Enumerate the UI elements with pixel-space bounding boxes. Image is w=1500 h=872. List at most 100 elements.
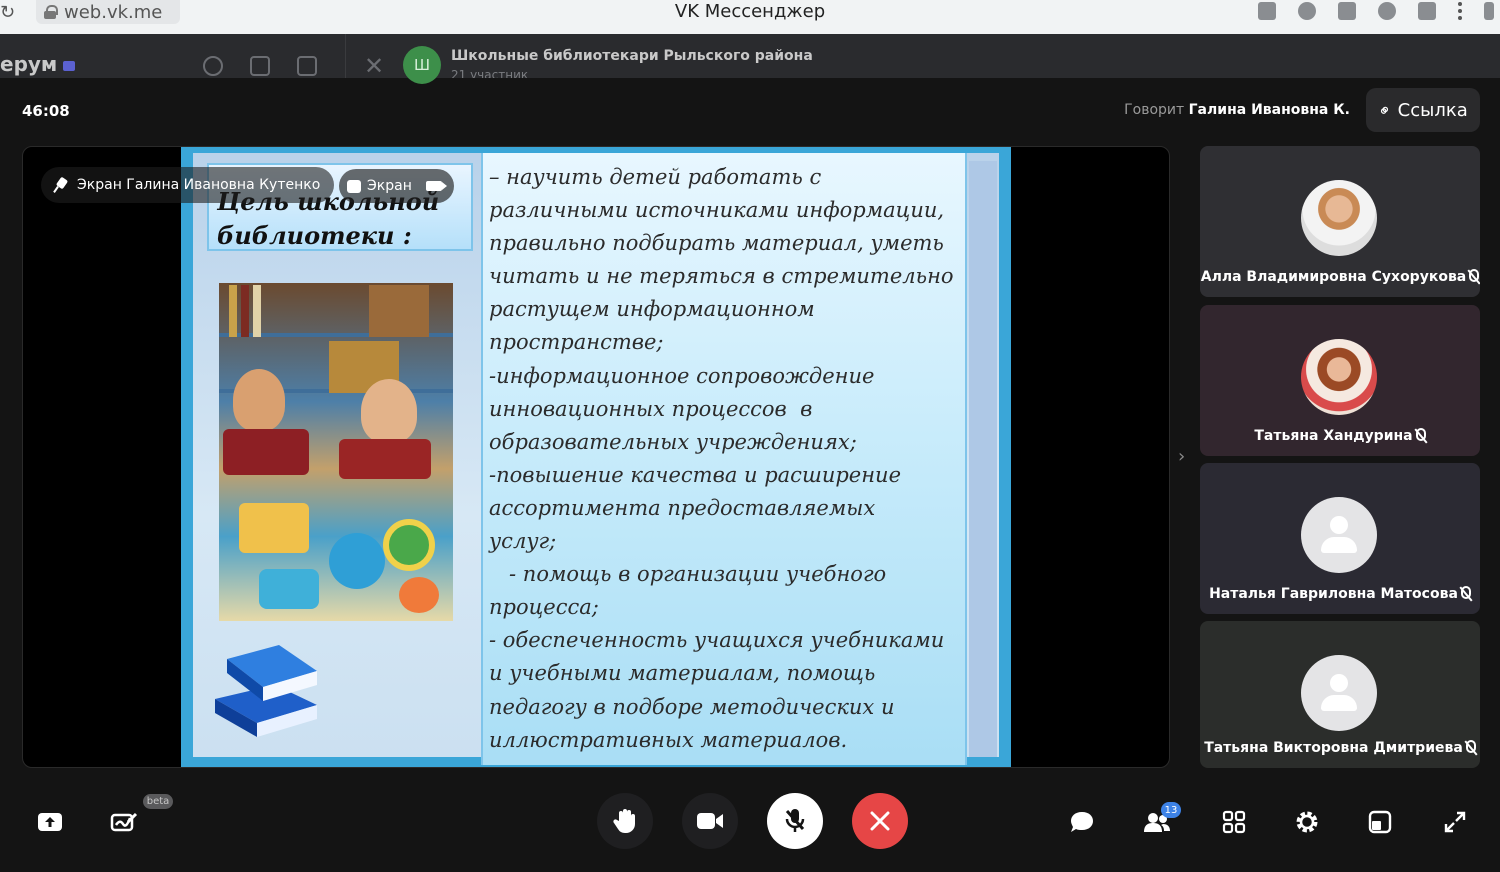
drawing: [383, 519, 435, 571]
layout-grid-button[interactable]: [1220, 808, 1248, 836]
chat-name[interactable]: Школьные библиотекари Рыльского района: [451, 48, 813, 64]
speaking-indicator: Говорит Галина Ивановна К.: [1124, 102, 1350, 118]
slide-text-line: пространстве;: [489, 330, 664, 355]
download-icon[interactable]: [1484, 2, 1494, 20]
call-toolbar: beta 13: [0, 780, 1500, 862]
scarf-left: [223, 429, 309, 475]
slide-background: Цель школьной библиотеки : – научить дет…: [193, 153, 999, 765]
slide-photo: [219, 283, 453, 621]
slide-text-line: правильно подбирать материал, уметь: [489, 231, 944, 256]
photo-book: [241, 285, 249, 337]
extension-icon[interactable]: [1258, 2, 1276, 20]
slide-text-line: и учебными материалам, помощь: [489, 661, 876, 686]
chat-list-header: ерум: [0, 34, 346, 78]
raise-hand-button[interactable]: [597, 793, 653, 849]
photo-book: [369, 285, 429, 337]
gear-icon: [1296, 811, 1318, 833]
slide-text: – научить детей работать с различными ист…: [489, 161, 963, 757]
chat-button[interactable]: [1068, 808, 1096, 836]
screen-share-stage[interactable]: Цель школьной библиотеки : – научить дет…: [22, 146, 1170, 768]
participant-name: Татьяна Викторовна Дмитриева: [1200, 740, 1480, 756]
participant-name: Татьяна Хандурина: [1200, 428, 1480, 444]
mic-off-icon: [1469, 269, 1480, 282]
whiteboard-button[interactable]: [110, 808, 138, 836]
screen-owner-label: Экран Галина Ивановна Кутенко: [77, 177, 321, 193]
camera-permission-icon[interactable]: [1338, 2, 1356, 20]
settings-button[interactable]: [1293, 808, 1321, 836]
mic-off-icon: [1460, 586, 1471, 599]
mic-off-icon: [1415, 428, 1426, 441]
collapse-tiles-chevron-icon[interactable]: ›: [1178, 446, 1185, 467]
slide-text-line: читать и не теряться в стремительно: [489, 264, 954, 289]
slide-text-line: педагогу в подборе методических и: [489, 694, 895, 719]
participant-tile[interactable]: Татьяна Викторовна Дмитриева: [1200, 621, 1480, 768]
archive-icon[interactable]: [250, 56, 270, 76]
girl-right: [361, 379, 417, 443]
end-call-button[interactable]: [852, 793, 908, 849]
drawing: [239, 503, 309, 553]
slide-decor-strip: [969, 161, 997, 757]
chat-avatar[interactable]: Ш: [403, 46, 441, 84]
participant-name: Наталья Гавриловна Матосова: [1200, 586, 1480, 602]
app-brand: ерум: [0, 52, 76, 76]
participant-avatar: [1301, 655, 1377, 731]
picture-in-picture-button[interactable]: [1366, 808, 1394, 836]
copy-link-button[interactable]: ⚭ Ссылка: [1366, 88, 1480, 132]
microphone-button[interactable]: [767, 793, 823, 849]
screen-share-icon: [347, 179, 361, 193]
beta-badge: beta: [143, 794, 173, 809]
person-icon: [1301, 497, 1377, 573]
photo-book: [253, 285, 261, 337]
compose-icon[interactable]: [297, 56, 317, 76]
participant-tile[interactable]: Татьяна Хандурина: [1200, 305, 1480, 456]
slide-text-line: инновационных процессов в: [489, 396, 813, 421]
video-icon: [425, 181, 447, 191]
participant-tile[interactable]: Наталья Гавриловна Матосова: [1200, 463, 1480, 614]
drawing: [329, 533, 385, 589]
slide-text-line: - помощь в организации учебного: [489, 562, 887, 587]
chat-member-count: 21 участник: [451, 68, 529, 78]
raise-hand-icon: [613, 809, 635, 834]
slide-text-line: – научить детей работать с: [489, 165, 822, 189]
participant-avatar: [1301, 180, 1377, 256]
mic-permission-icon[interactable]: [1378, 2, 1396, 20]
participant-tile[interactable]: Алла Владимировна Сухорукова: [1200, 146, 1480, 297]
browser-bar: ↻ web.vk.me VK Мессенджер: [0, 0, 1500, 34]
books-clipart-icon: [205, 637, 325, 747]
location-icon[interactable]: [1298, 2, 1316, 20]
participant-avatar: [1301, 339, 1377, 415]
screen-owner-chip[interactable]: Экран Галина Ивановна Кутенко: [41, 167, 335, 203]
speaking-prefix: Говорит: [1124, 102, 1185, 118]
browser-actions: [1258, 2, 1500, 20]
upload-screen-icon: [38, 813, 62, 831]
slide-text-line: - обеспеченность учащихся учебниками: [489, 628, 945, 653]
fullscreen-button[interactable]: [1441, 808, 1469, 836]
link-icon: ⚭: [1373, 98, 1397, 122]
share-screen-button[interactable]: [36, 808, 64, 836]
bookmark-icon[interactable]: [1418, 2, 1436, 20]
slide-text-line: ассортимента предоставляемых: [489, 495, 876, 520]
more-menu-icon[interactable]: [1458, 2, 1462, 20]
participant-name: Алла Владимировна Сухорукова: [1200, 269, 1480, 285]
slide-text-line: образовательных учреждениях;: [489, 429, 857, 454]
scarf-right: [339, 439, 431, 479]
mic-off-icon: [1465, 740, 1476, 753]
close-chat-icon[interactable]: ✕: [364, 52, 384, 80]
slide-text-panel: – научить детей работать с различными ист…: [481, 153, 967, 765]
add-call-icon[interactable]: [203, 56, 223, 76]
slide-text-line: растущем информационном: [489, 297, 815, 322]
close-icon: [870, 811, 890, 831]
pip-icon: [1368, 810, 1392, 834]
chat-bubble-icon: [1071, 812, 1093, 832]
call-timer: 46:08: [22, 102, 70, 120]
expand-icon: [1444, 811, 1466, 833]
photo-book: [229, 285, 237, 337]
screen-source-chip[interactable]: Экран: [339, 169, 454, 203]
camera-button[interactable]: [682, 793, 738, 849]
link-button-label: Ссылка: [1397, 99, 1468, 121]
person-icon: [1301, 655, 1377, 731]
screen-source-label: Экран: [367, 178, 412, 194]
camera-icon: [697, 813, 723, 829]
participant-avatar: [1301, 497, 1377, 573]
slide-text-line: различными источниками информации,: [489, 198, 945, 223]
